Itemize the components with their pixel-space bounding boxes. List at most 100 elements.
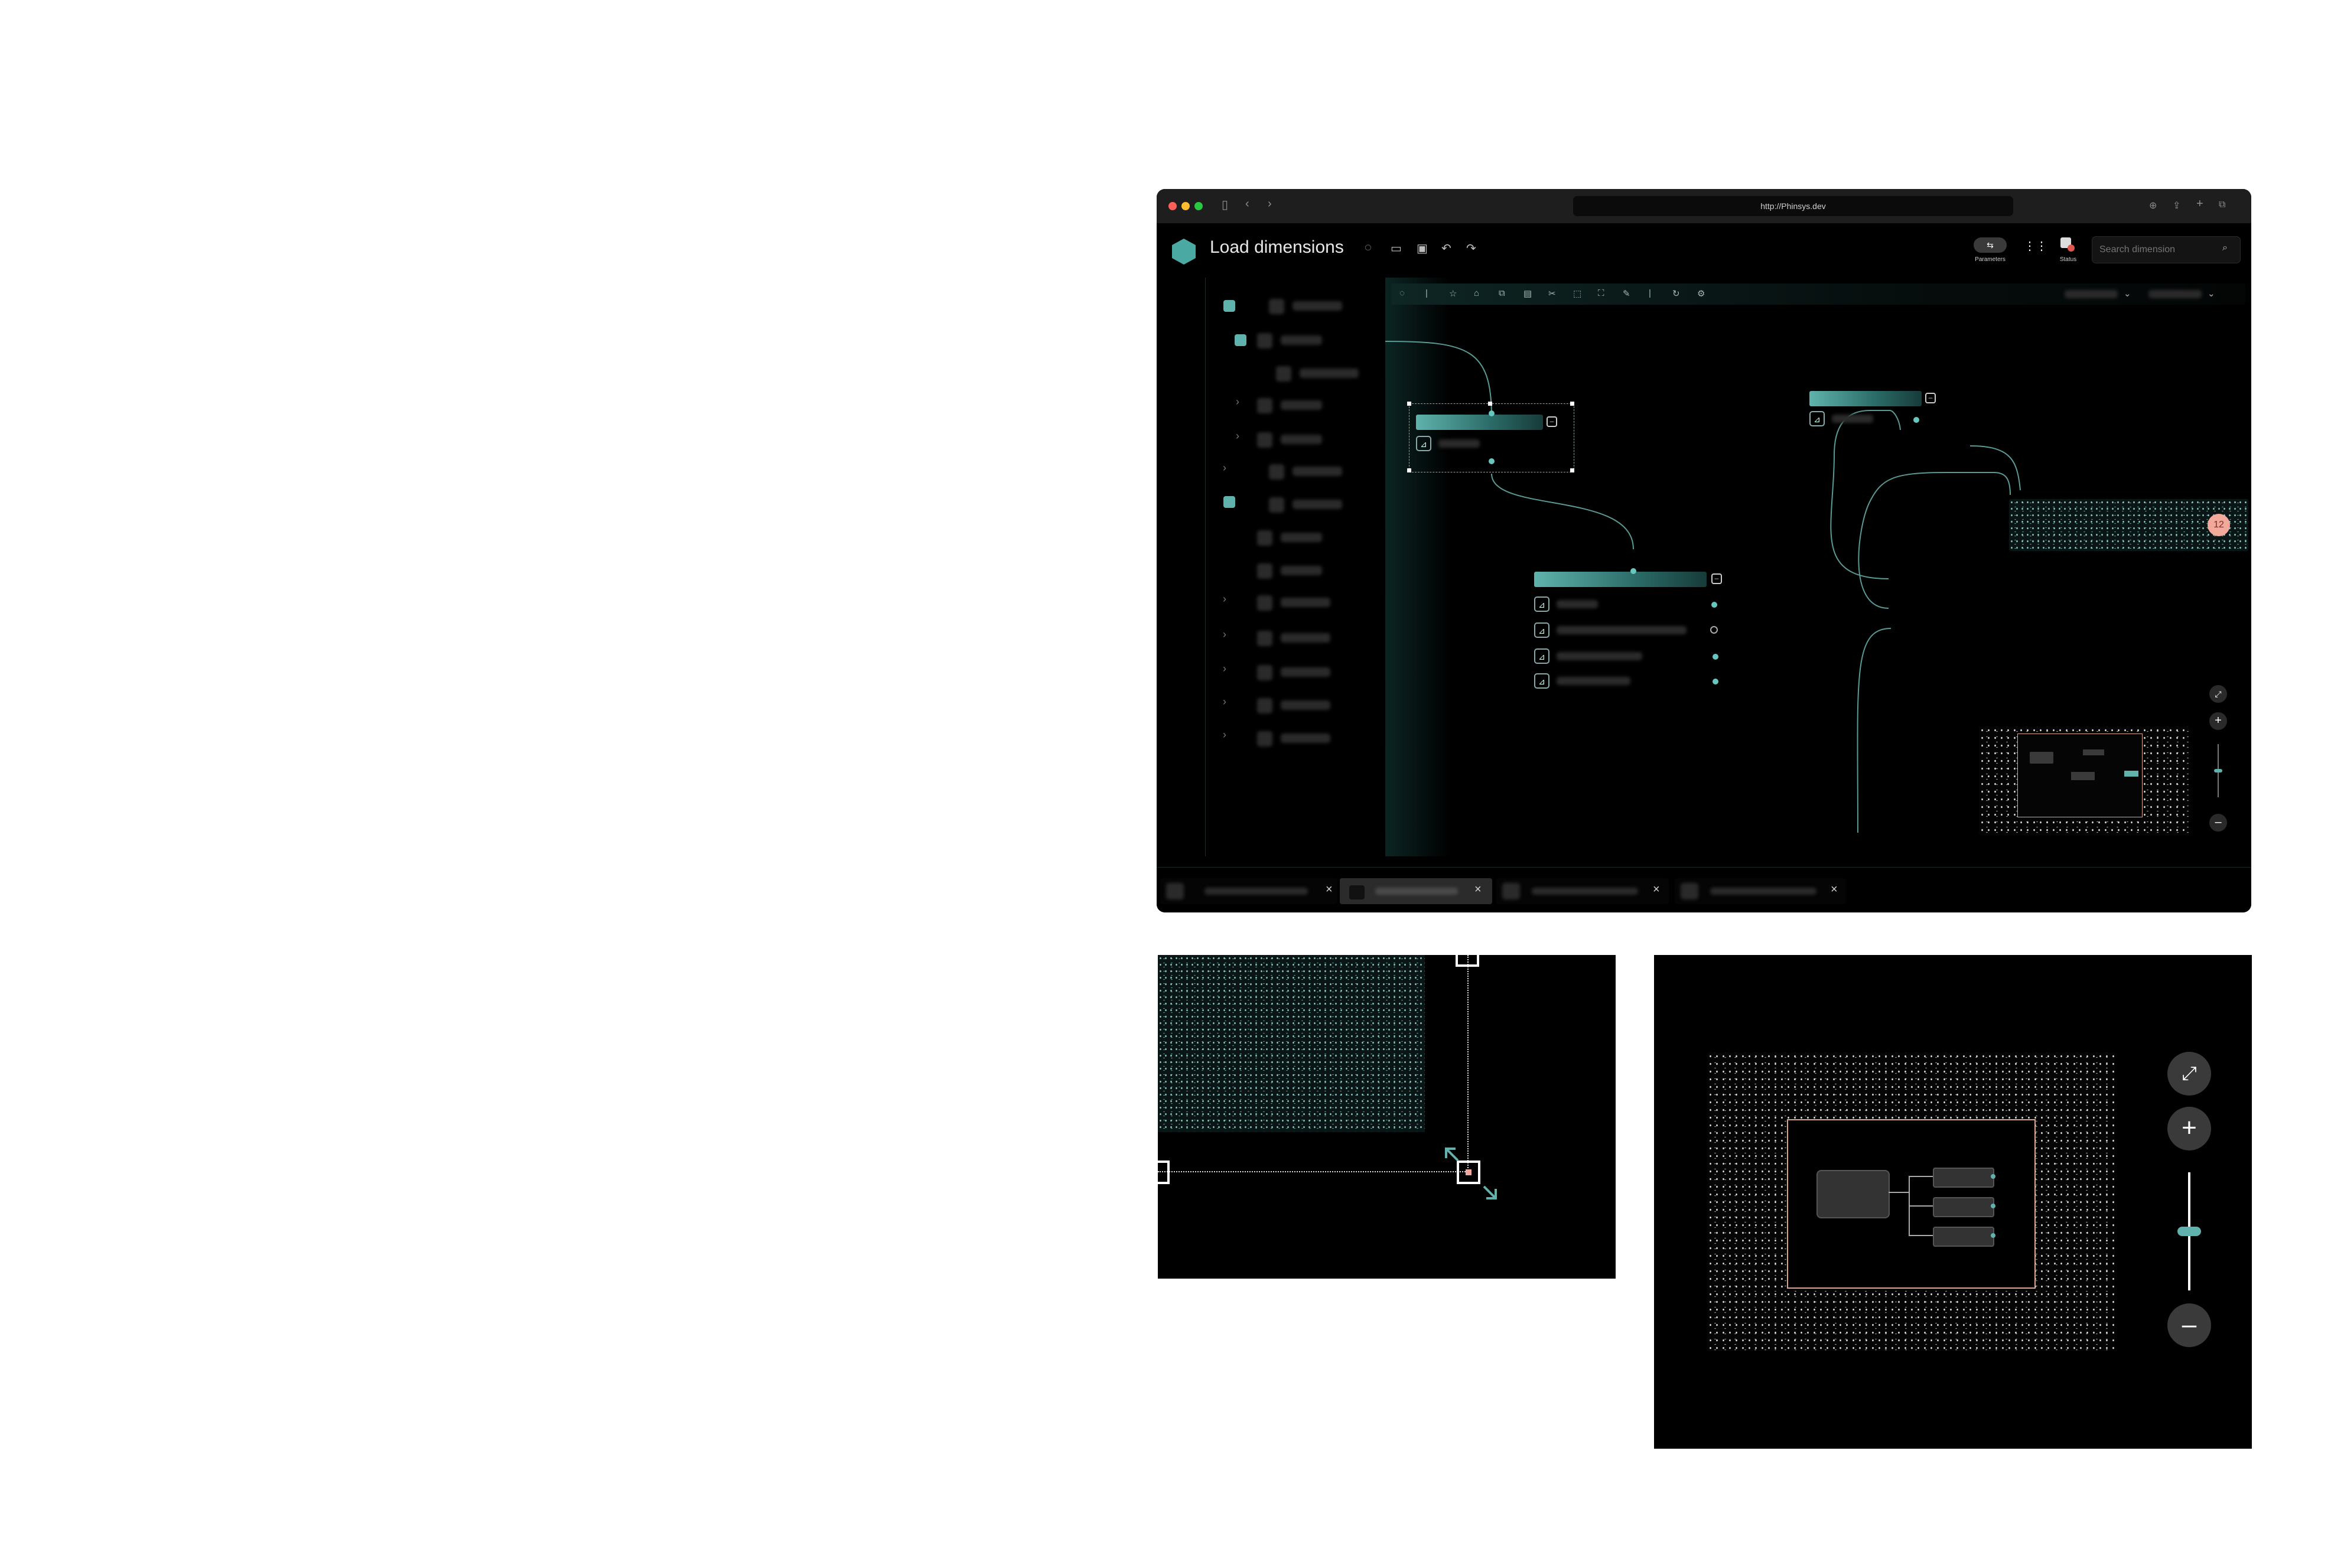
address-bar[interactable]: http://Phinsys.dev — [1573, 196, 2013, 216]
file-tab[interactable]: × — [1160, 878, 1337, 904]
search-input[interactable] — [2098, 242, 2219, 258]
output-port[interactable] — [1489, 458, 1495, 464]
resize-handle[interactable] — [1570, 468, 1574, 472]
zoom-slider-thumb[interactable] — [2214, 769, 2222, 772]
tree-item-label[interactable] — [1281, 335, 1322, 345]
chevron-right-icon[interactable]: › — [1223, 628, 1226, 641]
status-icon[interactable] — [2060, 237, 2076, 253]
minimap-large[interactable] — [1707, 1052, 2115, 1351]
resize-handle[interactable] — [1570, 402, 1574, 406]
undo-icon[interactable]: ↶ — [1441, 241, 1451, 256]
node-header[interactable] — [1416, 415, 1543, 430]
maximize-window-button[interactable] — [1194, 202, 1203, 210]
tree-item-label[interactable] — [1281, 700, 1330, 710]
collapse-icon[interactable] — [1235, 334, 1246, 346]
file-tab[interactable]: × — [1675, 878, 1846, 904]
chevron-right-icon[interactable]: › — [1223, 462, 1226, 474]
close-icon[interactable]: × — [1326, 883, 1333, 897]
resize-handle[interactable] — [1488, 402, 1492, 406]
chevron-right-icon[interactable]: › — [1223, 663, 1226, 675]
apps-grid-icon[interactable]: ⋮⋮ — [2024, 239, 2047, 253]
zoom-out-icon[interactable]: – — [2167, 1303, 2211, 1347]
close-icon[interactable]: × — [1474, 883, 1482, 897]
forward-icon[interactable]: › — [1268, 197, 1272, 211]
node-canvas[interactable]: ◌ | ☆ ⌂ ⧉ ▤ ✂ ⬚ ⛶ ✎ | ↻ ⚙ ⌄ ⌄ – ⊿ – ⊿ ⊿ … — [1385, 278, 2251, 856]
node-header[interactable] — [1809, 391, 1922, 406]
minimap[interactable] — [1979, 726, 2189, 835]
tree-item-label[interactable] — [1293, 500, 1342, 509]
tree-item-label[interactable] — [1300, 369, 1359, 378]
zoom-out-icon[interactable]: – — [2209, 814, 2227, 832]
collapse-icon[interactable]: – — [1547, 416, 1557, 427]
chevron-right-icon[interactable]: › — [1236, 396, 1239, 408]
search-icon[interactable]: ⌕ — [2222, 243, 2228, 253]
file-tab[interactable]: × — [1496, 878, 1669, 904]
fit-screen-icon[interactable]: ⤢ — [2209, 685, 2227, 703]
logo-icon — [1172, 239, 1196, 265]
collapse-icon[interactable] — [1223, 300, 1235, 312]
tree-item-icon — [1257, 665, 1272, 680]
chat-icon[interactable]: ◌ — [1365, 241, 1372, 255]
download-icon[interactable]: ⊕ — [2149, 200, 2157, 211]
collapse-icon[interactable]: – — [1925, 393, 1936, 403]
tree-item-label[interactable] — [1281, 566, 1322, 575]
minimap-connectors — [1889, 1174, 1995, 1238]
close-window-button[interactable] — [1168, 202, 1177, 210]
minimap-viewport[interactable] — [2017, 734, 2143, 817]
tree-item-label[interactable] — [1281, 598, 1330, 607]
tree-item-label[interactable] — [1281, 400, 1322, 410]
input-port[interactable] — [1630, 568, 1636, 574]
folder-icon[interactable]: ▭ — [1391, 241, 1402, 256]
measure-icon: ⊿ — [1416, 436, 1431, 451]
chevron-right-icon[interactable]: › — [1236, 430, 1239, 442]
app-header: Load dimensions ◌ ▭ ▣ ↶ ↷ ⇆ Parameters ⋮… — [1157, 223, 2251, 278]
sidebar-icon[interactable]: ▯ — [1222, 197, 1228, 212]
search-field[interactable]: ⌕ — [2092, 236, 2241, 263]
back-icon[interactable]: ‹ — [1245, 197, 1249, 211]
chevron-right-icon[interactable]: › — [1223, 696, 1226, 708]
collapse-icon[interactable]: – — [1711, 573, 1722, 584]
file-tab-active[interactable]: × — [1340, 878, 1492, 904]
close-icon[interactable]: × — [1653, 883, 1660, 897]
resize-handle[interactable] — [1407, 402, 1411, 406]
tree-item-label[interactable] — [1281, 667, 1330, 677]
close-icon[interactable]: × — [1831, 883, 1838, 897]
redo-icon[interactable]: ↷ — [1466, 241, 1476, 256]
selection-edge — [1467, 955, 1469, 1172]
tree-item-icon — [1276, 366, 1291, 382]
resize-handle[interactable] — [1407, 468, 1411, 472]
resize-handle[interactable] — [1456, 955, 1479, 967]
new-tab-icon[interactable]: + — [2196, 197, 2203, 211]
output-port[interactable] — [1713, 654, 1718, 660]
tree-item-label[interactable] — [1293, 301, 1342, 311]
node-header[interactable] — [1534, 572, 1707, 587]
minimize-window-button[interactable] — [1181, 202, 1190, 210]
tab-overview-icon[interactable]: ⧉ — [2219, 200, 2225, 210]
collapse-icon[interactable] — [1223, 496, 1235, 508]
notification-badge: 12 — [2208, 514, 2230, 536]
tree-item-label[interactable] — [1281, 734, 1330, 743]
tree-item-icon — [1257, 333, 1272, 348]
save-icon[interactable]: ▣ — [1417, 241, 1428, 256]
output-port[interactable] — [1711, 602, 1717, 608]
tree-item-label[interactable] — [1281, 533, 1322, 542]
tree-item-label[interactable] — [1281, 633, 1330, 643]
zoom-in-icon[interactable]: + — [2167, 1107, 2211, 1150]
input-port[interactable] — [1489, 410, 1495, 416]
parameters-icon[interactable]: ⇆ — [1974, 237, 2007, 253]
share-icon[interactable]: ⇪ — [2173, 200, 2180, 211]
minimap-viewport[interactable] — [1787, 1119, 2036, 1289]
zoom-in-icon[interactable]: + — [2209, 712, 2227, 730]
chevron-right-icon[interactable]: › — [1223, 593, 1226, 605]
output-port[interactable] — [1713, 679, 1718, 684]
zoom-slider-thumb[interactable] — [2177, 1227, 2201, 1236]
output-port[interactable] — [1913, 417, 1919, 423]
tree-item-label[interactable] — [1293, 467, 1342, 476]
tree-item-icon — [1269, 497, 1284, 513]
tree-item-label[interactable] — [1281, 435, 1322, 444]
tree-item-icon — [1269, 464, 1284, 480]
resize-handle[interactable] — [1158, 1160, 1170, 1184]
output-port[interactable] — [1710, 626, 1718, 634]
chevron-right-icon[interactable]: › — [1223, 729, 1226, 741]
fit-screen-icon[interactable]: ⤢ — [2167, 1052, 2211, 1096]
